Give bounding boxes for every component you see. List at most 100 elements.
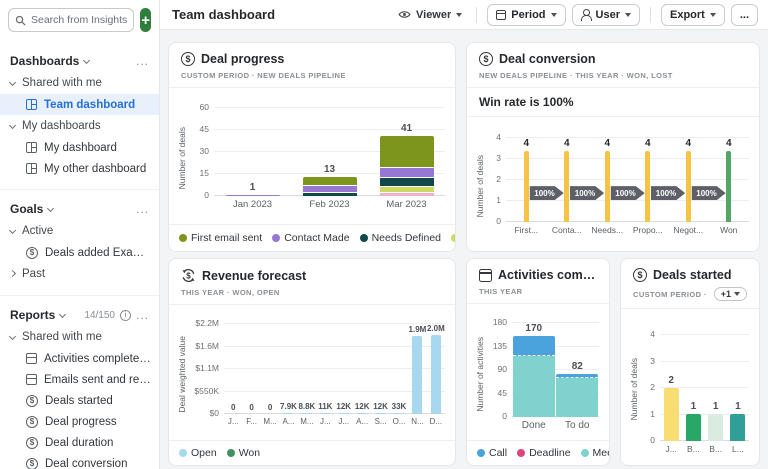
dashboard-icon [26, 142, 37, 153]
bar-j-[interactable]: 11K [316, 324, 334, 414]
legend-item-propo[interactable]: Propo [451, 232, 455, 244]
bar-segment-other [380, 193, 434, 196]
sidebar-item-deal-conversion[interactable]: Deal conversion [0, 453, 159, 469]
legend-item-first-email-sent[interactable]: First email sent [179, 232, 262, 244]
y-tick-label: 180 [486, 317, 507, 327]
bar-value-label: 12K [336, 402, 351, 411]
revenue-forecast-chart: Deal weighted value$2.2M$1.6M$1.1M$550K$… [169, 305, 455, 440]
bar-m-[interactable]: 0 [261, 324, 279, 414]
legend-item-meeting[interactable]: Meeting [581, 447, 609, 459]
bar-conta-[interactable]: 4 [547, 138, 588, 222]
bar-shape [686, 151, 691, 222]
sidebar-section-goals: Goals...ActiveDeals added Example t...Pa… [0, 189, 159, 285]
bar-a-[interactable]: 7.9K [279, 324, 297, 414]
sidebar-group-shared-with-me[interactable]: Shared with me [0, 326, 159, 348]
sidebar-item-my-dashboard[interactable]: My dashboard [0, 137, 159, 158]
section-more-button[interactable]: ... [136, 308, 149, 322]
legend-item-deadline[interactable]: Deadline [517, 447, 570, 459]
bar-n-[interactable]: 1.9M [408, 324, 426, 414]
bar-s-[interactable]: 12K [371, 324, 389, 414]
bar-propo-[interactable]: 4 [628, 138, 669, 222]
bar-o-[interactable]: 33K [390, 324, 408, 414]
sidebar-group-shared-with-me[interactable]: Shared with me [0, 72, 159, 94]
sidebar-item-deal-duration[interactable]: Deal duration [0, 432, 159, 453]
subtitle-more-badge[interactable]: +1 [714, 287, 747, 301]
insights-app: Search from Insights + Dashboards...Shar… [0, 0, 768, 469]
sidebar-item-deals-started[interactable]: Deals started [0, 390, 159, 411]
sidebar-item-emails-sent-and-received[interactable]: Emails sent and received [0, 369, 159, 390]
bar-feb-2023[interactable]: 13 [291, 108, 368, 196]
bar-to-do[interactable]: 82 [556, 323, 600, 417]
sidebar-section-header[interactable]: Goals... [0, 198, 159, 220]
sidebar-group-past[interactable]: Past [0, 263, 159, 285]
user-button[interactable]: User [572, 4, 640, 26]
sidebar-section-header[interactable]: Reports14/150... [0, 304, 159, 326]
legend-item-call[interactable]: Call [477, 447, 507, 459]
bar-f-[interactable]: 0 [242, 324, 260, 414]
bar-value-label: 7.9K [280, 402, 297, 411]
bar-mar-2023[interactable]: 41 [368, 108, 445, 196]
viewer-dropdown[interactable]: Viewer [394, 6, 466, 24]
export-button[interactable]: Export [661, 4, 725, 26]
x-tick-label: B... [682, 441, 704, 454]
legend-item-won[interactable]: Won [227, 447, 260, 459]
chart-plot-column: $2.2M$1.6M$1.1M$550K$00007.9K8.8K11K12K1… [188, 309, 449, 440]
bar-done[interactable]: 170 [512, 323, 556, 417]
win-rate-banner: Win rate is 100% [467, 88, 759, 117]
sidebar-item-deal-progress[interactable]: Deal progress [0, 411, 159, 432]
bar-j-[interactable]: 2 [660, 335, 682, 441]
sidebar-section-dashboards: Dashboards...Shared with meTeam dashboar… [0, 46, 159, 179]
legend-dot [451, 234, 455, 242]
bar-d-[interactable]: 2.0M [427, 324, 445, 414]
item-label: Emails sent and received [44, 374, 151, 386]
bar-shape [412, 336, 422, 414]
sidebar-group-my-dashboards[interactable]: My dashboards [0, 115, 159, 137]
deal-progress-chart: Number of deals60453015011341Jan 2023Feb… [169, 88, 455, 224]
bar-l-[interactable]: 1 [727, 335, 749, 441]
bar-j-[interactable]: 0 [224, 324, 242, 414]
plot-area: 60453015011341 [188, 108, 445, 196]
section-more-button[interactable]: ... [136, 54, 149, 68]
bar-shape [394, 413, 404, 414]
sidebar-group-active[interactable]: Active [0, 220, 159, 242]
legend-label: Needs Defined [372, 232, 441, 244]
sidebar-section-header[interactable]: Dashboards... [0, 50, 159, 72]
bar-b-[interactable]: 1 [705, 335, 727, 441]
bar-value-label: 12K [355, 402, 370, 411]
sidebar-item-my-other-dashboard[interactable]: My other dashboard [0, 158, 159, 179]
bar-jan-2023[interactable]: 1 [214, 108, 291, 196]
add-button[interactable]: + [140, 8, 151, 32]
section-more-button[interactable]: ... [136, 202, 149, 216]
bar-needs-[interactable]: 4 [587, 138, 628, 222]
bar-won[interactable]: 4 [709, 138, 750, 222]
bar-first-[interactable]: 4 [506, 138, 547, 222]
bar-m-[interactable]: 8.8K [298, 324, 316, 414]
sidebar-item-deals-added-example-t-[interactable]: Deals added Example t... [0, 242, 159, 263]
deal-conversion-chart-wrap: Number of deals43210444444100%100%100%10… [473, 121, 753, 251]
x-tick-label: L... [727, 441, 749, 454]
card-header: Activities complete... THIS YEAR [467, 259, 609, 304]
y-tick-label: 1 [486, 195, 501, 205]
x-tick-label: Feb 2023 [291, 196, 368, 210]
sidebar-item-activities-completed-an-[interactable]: Activities completed an... [0, 348, 159, 369]
search-input[interactable]: Search from Insights [8, 8, 134, 32]
period-button[interactable]: Period [487, 4, 565, 26]
legend-item-contact-made[interactable]: Contact Made [272, 232, 349, 244]
info-icon[interactable] [120, 310, 131, 321]
calendar-icon [496, 10, 506, 20]
chevron-down-icon [83, 56, 90, 63]
legend-item-needs-defined[interactable]: Needs Defined [360, 232, 441, 244]
forecast-icon: $ [181, 268, 196, 283]
sidebar-item-team-dashboard[interactable]: Team dashboard [0, 94, 159, 115]
bar-b-[interactable]: 1 [682, 335, 704, 441]
sidebar-sections: Dashboards...Shared with meTeam dashboar… [0, 46, 159, 469]
more-button[interactable]: ... [731, 4, 758, 26]
y-tick-label: 0 [486, 411, 507, 421]
bar-a-[interactable]: 12K [353, 324, 371, 414]
bar-negot-[interactable]: 4 [668, 138, 709, 222]
bar-shape [524, 151, 529, 222]
chart-plot-column: 432102111J...B...B...L... [640, 313, 753, 465]
legend-item-open[interactable]: Open [179, 447, 217, 459]
x-tick-label: A... [353, 414, 371, 426]
bar-j-[interactable]: 12K [335, 324, 353, 414]
